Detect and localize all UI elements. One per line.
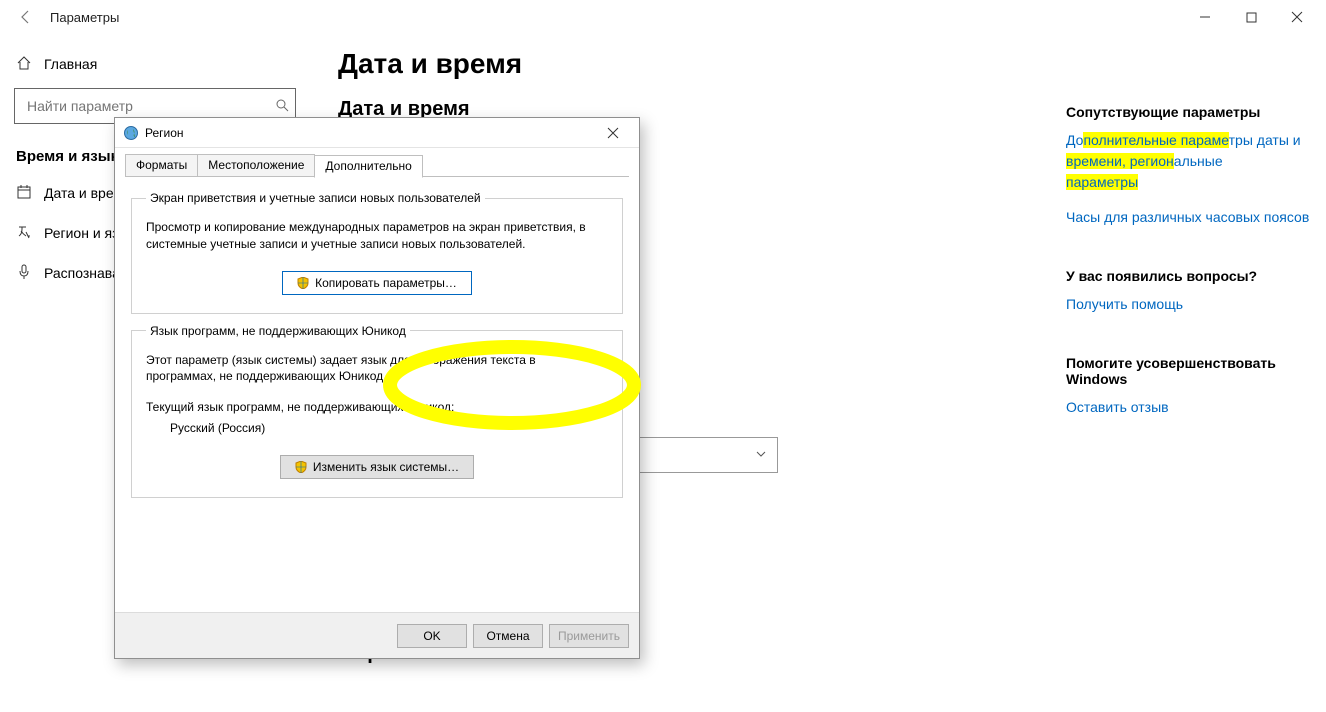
copy-settings-button[interactable]: Копировать параметры…: [282, 271, 472, 295]
arrow-left-icon: [18, 9, 34, 25]
tab-location[interactable]: Местоположение: [197, 154, 315, 177]
search-input[interactable]: [25, 97, 275, 115]
microphone-icon: [16, 264, 32, 283]
group2-current-value: Русский (Россия): [170, 420, 608, 437]
search-icon: [275, 98, 289, 115]
dialog-apply-button[interactable]: Применить: [549, 624, 629, 648]
dialog-ok-button[interactable]: OK: [397, 624, 467, 648]
minimize-icon: [1199, 11, 1211, 23]
back-button[interactable]: [8, 0, 44, 34]
link-additional-clocks[interactable]: Часы для различных часовых поясов: [1066, 207, 1316, 228]
dialog-cancel-button[interactable]: Отмена: [473, 624, 543, 648]
maximize-button[interactable]: [1228, 0, 1274, 34]
calendar-icon: [16, 184, 32, 203]
change-system-locale-button[interactable]: Изменить язык системы…: [280, 455, 474, 479]
group2-text: Этот параметр (язык системы) задает язык…: [146, 352, 608, 386]
tab-formats[interactable]: Форматы: [125, 154, 198, 177]
globe-icon: [123, 125, 139, 141]
dialog-title: Регион: [145, 126, 184, 140]
close-icon: [607, 127, 619, 139]
link-get-help[interactable]: Получить помощь: [1066, 294, 1316, 315]
link-additional-date-region[interactable]: Дополнительные параметры даты и времени,…: [1066, 130, 1316, 193]
home-icon: [16, 55, 32, 74]
chevron-down-icon: [755, 447, 767, 463]
questions-heading: У вас появились вопросы?: [1066, 268, 1316, 284]
dialog-close-button[interactable]: [593, 119, 633, 147]
group1-text: Просмотр и копирование международных пар…: [146, 219, 608, 253]
minimize-button[interactable]: [1182, 0, 1228, 34]
sidebar-home-label: Главная: [44, 56, 97, 72]
copy-settings-label: Копировать параметры…: [315, 276, 457, 290]
page-heading: Дата и время: [338, 48, 1042, 80]
sidebar-home[interactable]: Главная: [8, 44, 302, 84]
group2-current-label: Текущий язык программ, не поддерживающих…: [146, 399, 608, 416]
link-feedback[interactable]: Оставить отзыв: [1066, 397, 1316, 418]
close-button[interactable]: [1274, 0, 1320, 34]
window-title: Параметры: [50, 10, 119, 25]
region-dialog: Регион Форматы Местоположение Дополнител…: [114, 117, 640, 659]
group1-legend: Экран приветствия и учетные записи новых…: [146, 191, 485, 205]
shield-icon: [295, 461, 307, 473]
tab-advanced[interactable]: Дополнительно: [314, 155, 422, 178]
group2-legend: Язык программ, не поддерживающих Юникод: [146, 324, 410, 338]
shield-icon: [297, 277, 309, 289]
improve-heading: Помогите усовершенствовать Windows: [1066, 355, 1316, 387]
language-icon: [16, 224, 32, 243]
related-heading: Сопутствующие параметры: [1066, 104, 1316, 120]
change-locale-label: Изменить язык системы…: [313, 460, 459, 474]
maximize-icon: [1246, 12, 1257, 23]
close-icon: [1291, 11, 1303, 23]
